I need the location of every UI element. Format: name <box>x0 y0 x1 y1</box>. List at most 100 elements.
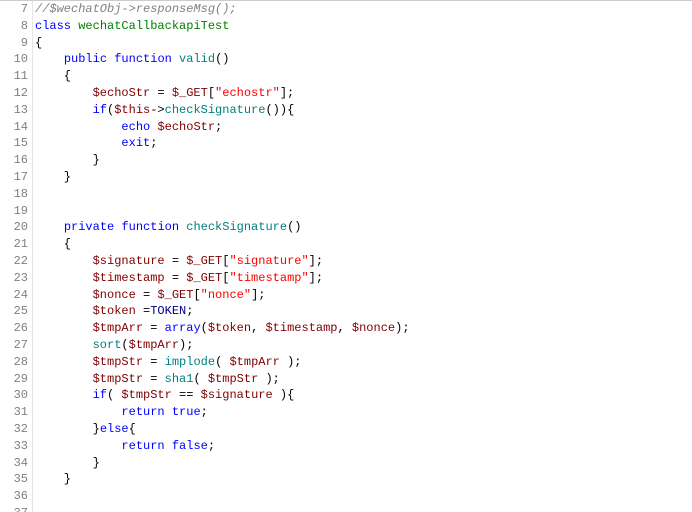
code-line: { <box>35 236 692 253</box>
token-txt <box>35 220 64 234</box>
code-line: echo $echoStr; <box>35 119 692 136</box>
token-var: $tmpArr <box>129 338 179 352</box>
token-str: "timestamp" <box>229 271 308 285</box>
line-number: 23 <box>0 270 28 287</box>
token-txt: { <box>35 36 42 50</box>
token-txt: ( <box>193 372 207 386</box>
token-kw: class <box>35 19 71 33</box>
line-number: 21 <box>0 236 28 253</box>
token-txt: [ <box>208 86 215 100</box>
token-kw: private <box>64 220 114 234</box>
token-txt <box>35 388 93 402</box>
token-txt: ]; <box>280 86 294 100</box>
line-number: 34 <box>0 455 28 472</box>
token-kw: exit <box>121 136 150 150</box>
token-txt: ); <box>280 355 302 369</box>
code-line <box>35 203 692 220</box>
token-var: $this <box>114 103 150 117</box>
token-txt: ( <box>107 388 121 402</box>
token-kw: if <box>93 103 107 117</box>
token-txt: = <box>165 254 187 268</box>
token-txt: = <box>136 288 158 302</box>
line-number: 11 <box>0 68 28 85</box>
code-line <box>35 488 692 505</box>
token-txt: ); <box>395 321 409 335</box>
token-txt <box>35 355 93 369</box>
token-var: $tmpArr <box>229 355 279 369</box>
line-number: 30 <box>0 387 28 404</box>
token-kw: array <box>165 321 201 335</box>
token-txt: } <box>35 456 100 470</box>
token-txt: } <box>35 472 71 486</box>
code-line: $echoStr = $_GET["echostr"]; <box>35 85 692 102</box>
code-editor: 7891011121314151617181920212223242526272… <box>0 0 692 512</box>
line-number: 17 <box>0 169 28 186</box>
line-number: 28 <box>0 354 28 371</box>
token-txt: ){ <box>273 388 295 402</box>
token-str: "nonce" <box>201 288 251 302</box>
token-txt: { <box>35 237 71 251</box>
line-number: 14 <box>0 119 28 136</box>
token-kw: false <box>172 439 208 453</box>
token-txt: ; <box>215 120 222 134</box>
token-txt <box>35 120 121 134</box>
line-number: 12 <box>0 85 28 102</box>
token-kw: public <box>64 52 107 66</box>
token-var: $timestamp <box>93 271 165 285</box>
token-kw: if <box>93 388 107 402</box>
token-txt <box>35 405 121 419</box>
code-line: private function checkSignature() <box>35 219 692 236</box>
token-txt: = <box>165 271 187 285</box>
token-str: "echostr" <box>215 86 280 100</box>
code-line: } <box>35 471 692 488</box>
token-txt <box>35 304 93 318</box>
code-area[interactable]: //$wechatObj->responseMsg(); class wechat… <box>33 1 692 512</box>
token-txt: == <box>172 388 201 402</box>
token-kw: echo <box>121 120 150 134</box>
token-cmt: //$wechatObj->responseMsg(); <box>35 2 237 16</box>
code-line: if( $tmpStr == $signature ){ <box>35 387 692 404</box>
token-txt <box>35 254 93 268</box>
token-txt <box>35 86 93 100</box>
code-line: $nonce = $_GET["nonce"]; <box>35 287 692 304</box>
token-var: $tmpStr <box>121 388 171 402</box>
token-txt <box>35 321 93 335</box>
token-cls: wechatCallbackapiTest <box>78 19 229 33</box>
token-mtd: checkSignature <box>165 103 266 117</box>
token-kw: function <box>121 220 179 234</box>
token-txt: ( <box>121 338 128 352</box>
token-var: $timestamp <box>265 321 337 335</box>
token-fn: sort <box>93 338 122 352</box>
line-number-gutter: 7891011121314151617181920212223242526272… <box>0 1 33 512</box>
token-txt: ()){ <box>265 103 294 117</box>
line-number: 25 <box>0 303 28 320</box>
token-var: $token <box>208 321 251 335</box>
token-txt: = <box>150 86 172 100</box>
token-txt: { <box>35 69 71 83</box>
token-fn: implode <box>165 355 215 369</box>
token-txt: ); <box>258 372 280 386</box>
token-txt: ]; <box>309 254 323 268</box>
line-number: 32 <box>0 421 28 438</box>
token-txt: , <box>251 321 265 335</box>
token-var: $nonce <box>352 321 395 335</box>
token-txt: ); <box>179 338 193 352</box>
token-txt <box>165 439 172 453</box>
token-var: $_GET <box>157 288 193 302</box>
code-line: }else{ <box>35 421 692 438</box>
token-txt: () <box>287 220 301 234</box>
token-txt <box>172 52 179 66</box>
token-var: $_GET <box>186 271 222 285</box>
token-txt: ; <box>201 405 208 419</box>
code-line: $timestamp = $_GET["timestamp"]; <box>35 270 692 287</box>
line-number: 8 <box>0 18 28 35</box>
token-txt <box>35 439 121 453</box>
token-txt: ; <box>186 304 193 318</box>
code-line: } <box>35 152 692 169</box>
code-line: { <box>35 35 692 52</box>
token-var: $signature <box>93 254 165 268</box>
code-line: sort($tmpArr); <box>35 337 692 354</box>
token-txt: ( <box>201 321 208 335</box>
token-txt: ( <box>215 355 229 369</box>
code-line: if($this->checkSignature()){ <box>35 102 692 119</box>
